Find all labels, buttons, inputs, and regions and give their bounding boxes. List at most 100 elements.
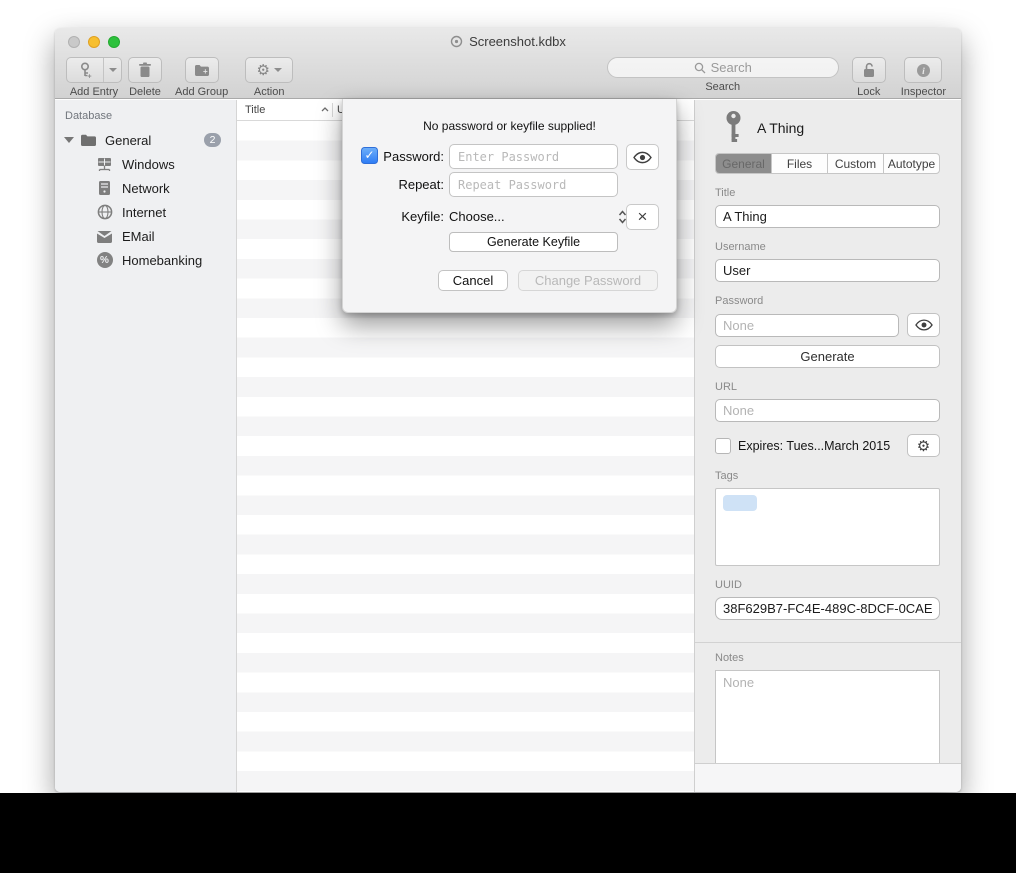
add-group-button[interactable]: + [185, 57, 219, 83]
url-field[interactable] [715, 399, 940, 422]
expires-settings-button[interactable]: ⚙ [907, 434, 940, 457]
search-input[interactable]: Search [607, 57, 839, 78]
tab-custom[interactable]: Custom [827, 154, 883, 173]
globe-icon [96, 204, 113, 221]
inspector-panel: A Thing General Files Custom Autotype Ti… [695, 100, 961, 792]
uuid-label: UUID [715, 579, 940, 591]
background-strip [0, 793, 1016, 873]
app-window: Screenshot.kdbx + Add Entry [55, 28, 961, 792]
inspector-button[interactable]: i [904, 57, 942, 83]
screenshot-stage: Screenshot.kdbx + Add Entry [0, 0, 1016, 873]
keyfile-clear-button[interactable]: × [626, 204, 659, 230]
svg-text:+: + [203, 67, 208, 76]
notes-field[interactable] [715, 670, 940, 764]
toolbar-item-delete: Delete [128, 57, 162, 98]
change-password-button[interactable]: Change Password [518, 270, 658, 291]
toolbar-item-lock: Lock [852, 57, 886, 98]
add-entry-button[interactable]: + [66, 57, 122, 83]
action-button[interactable]: ⚙ [245, 57, 293, 83]
tab-files[interactable]: Files [771, 154, 827, 173]
key-icon [723, 110, 744, 145]
envelope-icon [96, 228, 113, 245]
count-badge: 2 [204, 133, 221, 147]
chevron-down-icon [274, 68, 282, 72]
sidebar-item-label: Internet [122, 205, 166, 220]
sidebar-item-label: Network [122, 181, 170, 196]
inspector-footer [695, 763, 961, 792]
tag-token[interactable] [723, 495, 757, 511]
delete-button[interactable] [128, 57, 162, 83]
toolbar-item-add-group: + Add Group [175, 57, 228, 98]
entry-title: A Thing [757, 120, 804, 136]
cancel-button[interactable]: Cancel [438, 270, 508, 291]
inspector-label: Inspector [901, 86, 946, 98]
svg-text:+: + [88, 73, 92, 79]
username-field-label: Username [715, 241, 940, 253]
lock-button[interactable] [852, 57, 886, 83]
folder-icon [80, 133, 97, 147]
close-x-icon: × [638, 207, 648, 227]
sidebar-item-email[interactable]: EMail [55, 224, 236, 248]
tab-general[interactable]: General [716, 154, 771, 173]
section-divider [695, 642, 961, 643]
dialog-repeat-label: Repeat: [343, 177, 444, 192]
svg-text:i: i [922, 67, 925, 77]
dialog-reveal-button[interactable] [626, 144, 659, 170]
info-icon: i [916, 63, 931, 78]
dialog-repeat-input[interactable] [449, 172, 618, 197]
change-password-sheet: No password or keyfile supplied! ✓ Passw… [342, 99, 677, 313]
generate-keyfile-button[interactable]: Generate Keyfile [449, 232, 618, 252]
lock-label: Lock [857, 86, 880, 98]
window-title-text: Screenshot.kdbx [469, 34, 566, 49]
password-field[interactable] [715, 314, 899, 337]
tab-autotype[interactable]: Autotype [883, 154, 939, 173]
document-proxy-icon [450, 35, 463, 48]
sidebar-item-internet[interactable]: Internet [55, 200, 236, 224]
title-field[interactable] [715, 205, 940, 228]
uuid-field[interactable] [715, 597, 940, 620]
sidebar-header: Database [55, 106, 236, 128]
generate-password-button[interactable]: Generate [715, 345, 940, 368]
sidebar-item-network[interactable]: Network [55, 176, 236, 200]
expires-label: Expires: Tues...March 2015 [738, 439, 900, 453]
toolbar-item-add-entry: + Add Entry [66, 57, 122, 98]
dialog-password-input[interactable] [449, 144, 618, 169]
column-header-title[interactable]: Title [245, 104, 265, 116]
password-row [715, 307, 940, 337]
toolbar-item-search: Search Search [607, 57, 839, 93]
toolbar-item-inspector: i Inspector [901, 57, 946, 98]
trash-icon [138, 62, 152, 78]
keyfile-popup-value: Choose... [449, 209, 618, 224]
percent-icon: % [96, 252, 113, 269]
column-divider[interactable] [332, 103, 333, 117]
search-label: Search [705, 81, 740, 93]
title-field-label: Title [715, 187, 940, 199]
disclosure-triangle-icon[interactable] [64, 137, 74, 143]
dialog-password-label: Password: [343, 149, 444, 164]
search-icon [694, 62, 706, 74]
add-entry-label: Add Entry [70, 86, 118, 98]
sidebar-item-windows[interactable]: Windows [55, 152, 236, 176]
toolbar: + Add Entry Delete [55, 55, 961, 99]
sidebar-item-label: General [105, 133, 204, 148]
expires-checkbox[interactable] [715, 438, 731, 454]
add-entry-dropdown[interactable] [103, 58, 121, 82]
tags-field[interactable] [715, 488, 940, 566]
titlebar: Screenshot.kdbx [55, 28, 961, 55]
search-placeholder: Search [711, 60, 752, 75]
toolbar-item-action: ⚙ Action [245, 57, 293, 98]
window-chrome: Screenshot.kdbx + Add Entry [55, 28, 961, 99]
sidebar-item-label: Homebanking [122, 253, 202, 268]
inspector-tabs: General Files Custom Autotype [715, 153, 940, 174]
action-label: Action [254, 86, 285, 98]
reveal-password-button[interactable] [907, 313, 940, 337]
sheet-message: No password or keyfile supplied! [343, 119, 676, 133]
sort-ascending-icon [321, 107, 329, 112]
username-field[interactable] [715, 259, 940, 282]
keyfile-popup[interactable]: Choose... [449, 204, 627, 229]
folder-plus-icon: + [194, 63, 210, 77]
sidebar-item-general[interactable]: General 2 [55, 128, 236, 152]
server-icon [96, 180, 113, 197]
add-group-label: Add Group [175, 86, 228, 98]
sidebar-item-homebanking[interactable]: % Homebanking [55, 248, 236, 272]
